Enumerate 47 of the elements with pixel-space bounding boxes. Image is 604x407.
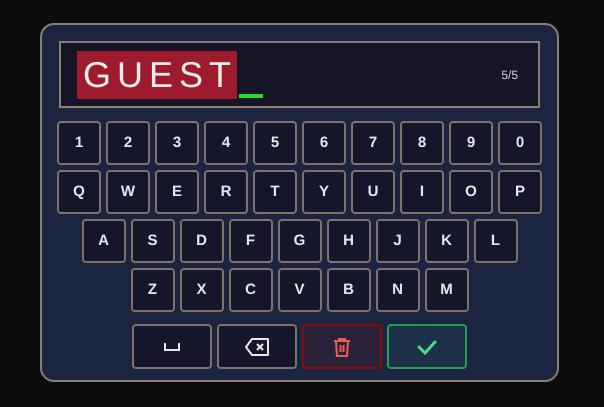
key-button[interactable]: O — [449, 170, 493, 214]
key-button[interactable]: E — [155, 170, 199, 214]
character-counter: 5/5 — [501, 66, 518, 84]
key-button[interactable]: B — [326, 268, 370, 312]
key-button[interactable]: 1 — [57, 121, 101, 165]
input-text: GUEST — [77, 50, 238, 98]
key-button[interactable]: Z — [130, 268, 174, 312]
name-input-field[interactable]: GUEST 5/5 — [59, 41, 540, 108]
key-button[interactable]: Q — [57, 170, 101, 214]
key-button[interactable]: N — [376, 268, 420, 312]
key-button[interactable]: J — [376, 219, 420, 263]
key-button[interactable]: I — [400, 170, 444, 214]
check-icon — [417, 338, 437, 354]
key-button[interactable]: A — [82, 219, 126, 263]
key-button[interactable]: R — [204, 170, 248, 214]
key-button[interactable]: W — [106, 170, 150, 214]
key-button[interactable]: 3 — [155, 121, 199, 165]
key-button[interactable]: V — [278, 268, 322, 312]
key-button[interactable]: U — [351, 170, 395, 214]
key-button[interactable]: 6 — [302, 121, 346, 165]
space-icon — [164, 342, 180, 350]
key-button[interactable]: 2 — [106, 121, 150, 165]
key-button[interactable]: H — [326, 219, 370, 263]
key-button[interactable]: 4 — [204, 121, 248, 165]
key-button[interactable]: 0 — [498, 121, 542, 165]
backspace-icon — [245, 338, 269, 356]
key-button[interactable]: F — [228, 219, 272, 263]
key-button[interactable]: C — [228, 268, 272, 312]
key-button[interactable]: Y — [302, 170, 346, 214]
key-button[interactable]: G — [278, 219, 322, 263]
key-button[interactable]: 7 — [351, 121, 395, 165]
key-button[interactable]: P — [498, 170, 542, 214]
key-button[interactable]: 5 — [253, 121, 297, 165]
key-button[interactable]: M — [424, 268, 468, 312]
key-button[interactable]: L — [474, 219, 518, 263]
clear-button[interactable] — [302, 324, 382, 369]
key-button[interactable]: 8 — [400, 121, 444, 165]
trash-icon — [332, 336, 352, 356]
key-button[interactable]: T — [253, 170, 297, 214]
space-button[interactable] — [132, 324, 212, 369]
key-button[interactable]: 9 — [449, 121, 493, 165]
key-button[interactable]: S — [130, 219, 174, 263]
backspace-button[interactable] — [217, 324, 297, 369]
key-button[interactable]: D — [180, 219, 224, 263]
confirm-button[interactable] — [387, 324, 467, 369]
key-button[interactable]: K — [424, 219, 468, 263]
key-button[interactable]: X — [180, 268, 224, 312]
